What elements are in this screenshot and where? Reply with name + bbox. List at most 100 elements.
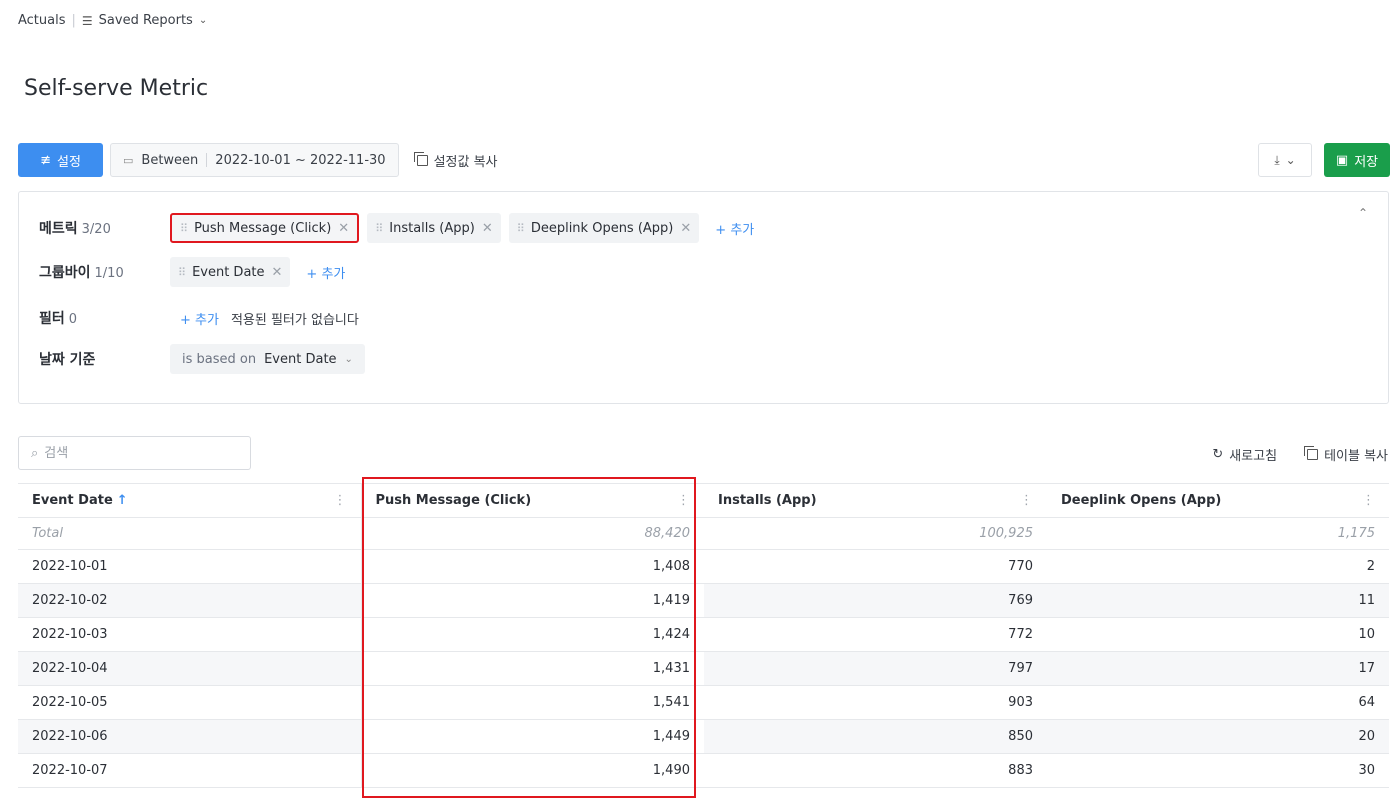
filter-count: 0 [68,312,78,327]
chevron-down-icon[interactable]: ⌄ [199,15,207,26]
drag-handle-icon[interactable]: ⠿ [375,222,383,235]
column-menu-icon[interactable]: ⋮ [334,493,347,508]
groupby-count: 1/10 [94,266,124,281]
download-icon: ⤓ [1274,152,1280,167]
row-cell: 17 [1047,651,1389,686]
row-cell: 64 [1047,685,1389,720]
filter-label-text: 필터 [39,311,65,327]
chevron-down-icon: ⌄ [1285,153,1296,167]
metric-label: 메트릭 3/20 [39,218,170,238]
row-cell: 1,541 [361,685,704,720]
row-cell: 10 [1047,617,1389,652]
column-header-label: Deeplink Opens (App) [1061,493,1222,508]
saved-reports-dropdown[interactable]: Saved Reports [99,13,193,28]
copy-icon [413,151,428,166]
total-label: Total [18,517,362,550]
groupby-chip-event-date[interactable]: ⠿ Event Date ✕ [170,257,291,287]
row-cell: 1,424 [361,617,704,652]
column-menu-icon[interactable]: ⋮ [1362,493,1375,508]
column-menu-icon[interactable]: ⋮ [677,493,690,508]
column-header-deeplink-opens[interactable]: Deeplink Opens (App) ⋮ [1047,483,1389,518]
close-icon[interactable]: ✕ [272,265,283,280]
metric-chip-installs[interactable]: ⠿ Installs (App) ✕ [367,213,501,243]
date-range-picker[interactable]: ▭ Between 2022-10-01 ~ 2022-11-30 [110,143,399,177]
table-row: 2022-10-07 1,490 883 30 [18,753,1389,788]
metric-count: 3/20 [81,222,111,237]
save-button[interactable]: ▣ 저장 [1324,143,1390,177]
save-button-label: 저장 [1354,154,1379,170]
search-box[interactable]: ⌕ [18,436,251,470]
column-header-installs[interactable]: Installs (App) ⋮ [704,483,1047,518]
row-cell: 20 [1047,719,1389,754]
date-basis-row: 날짜 기준 is based on Event Date ⌄ [39,343,365,375]
row-cell: 903 [704,685,1047,720]
copy-table-button[interactable]: 테이블 복사 [1304,445,1388,464]
drag-handle-icon[interactable]: ⠿ [517,222,525,235]
sort-ascending-icon[interactable]: ↑ [117,493,128,508]
drag-handle-icon[interactable]: ⠿ [178,266,186,279]
row-date: 2022-10-03 [18,617,362,652]
table-row: 2022-10-06 1,449 850 20 [18,719,1389,754]
groupby-label-text: 그룹바이 [39,265,91,281]
row-cell: 1,431 [361,651,704,686]
search-input[interactable] [44,445,225,461]
table-row: 2022-10-01 1,408 770 2 [18,549,1389,584]
metric-chip-push-message[interactable]: ⠿ Push Message (Click) ✕ [170,213,360,243]
date-basis-prefix: is based on [182,351,257,367]
search-icon: ⌕ [31,445,39,461]
row-cell: 1,449 [361,719,704,754]
close-icon[interactable]: ✕ [680,221,691,236]
chevron-down-icon: ⌄ [344,353,353,365]
date-basis-value: Event Date [264,351,337,367]
row-date: 2022-10-01 [18,549,362,584]
table-actions: ↻ 새로고침 테이블 복사 [1212,445,1388,464]
refresh-label: 새로고침 [1229,449,1278,464]
table-row: 2022-10-05 1,541 903 64 [18,685,1389,720]
table-row: 2022-10-02 1,419 769 11 [18,583,1389,618]
add-filter-link[interactable]: + 추가 [180,309,219,328]
refresh-icon: ↻ [1212,447,1224,462]
breadcrumb-actuals[interactable]: Actuals [18,13,66,28]
table-row: 2022-10-04 1,431 797 17 [18,651,1389,686]
copy-settings-button[interactable]: 설정값 복사 [413,151,498,170]
data-table: Event Date ↑ ⋮ Push Message (Click) ⋮ Insta… [18,483,1389,788]
toolbar: ≢ 설정 ▭ Between 2022-10-01 ~ 2022-11-30 설… [18,143,1390,177]
filter-label: 필터 0 [39,308,170,328]
row-cell: 770 [704,549,1047,584]
chevron-up-icon[interactable]: ⌃ [1358,206,1368,220]
copy-icon [1304,446,1319,460]
row-date: 2022-10-06 [18,719,362,754]
metric-chip-label: Push Message (Click) [194,220,332,236]
settings-button[interactable]: ≢ 설정 [18,143,103,177]
column-header-event-date[interactable]: Event Date ↑ ⋮ [18,483,362,518]
close-icon[interactable]: ✕ [338,221,349,236]
breadcrumb: Actuals | ☰ Saved Reports ⌄ [18,13,207,28]
copy-table-label: 테이블 복사 [1324,449,1388,464]
no-filter-note: 적용된 필터가 없습니다 [230,312,359,328]
row-cell: 850 [704,719,1047,754]
metric-label-text: 메트릭 [39,221,78,237]
save-icon: ▣ [1335,152,1349,168]
date-range-divider [206,153,208,167]
add-metric-link[interactable]: + 추가 [715,219,754,238]
row-date: 2022-10-02 [18,583,362,618]
row-cell: 797 [704,651,1047,686]
download-dropdown-button[interactable]: ⤓ ⌄ [1258,143,1312,177]
row-cell: 2 [1047,549,1389,584]
metric-chip-label: Installs (App) [389,220,475,236]
metric-chip-deeplink-opens[interactable]: ⠿ Deeplink Opens (App) ✕ [508,213,700,243]
column-menu-icon[interactable]: ⋮ [1020,493,1033,508]
groupby-chip-label: Event Date [192,264,265,280]
add-groupby-link[interactable]: + 추가 [306,263,345,282]
table-row: 2022-10-03 1,424 772 10 [18,617,1389,652]
metric-chip-label: Deeplink Opens (App) [530,220,674,236]
drag-handle-icon[interactable]: ⠿ [180,222,188,235]
date-basis-dropdown[interactable]: is based on Event Date ⌄ [170,344,365,374]
refresh-button[interactable]: ↻ 새로고침 [1212,445,1277,464]
column-header-label: Event Date [32,493,113,508]
filter-row: 필터 0 + 추가 적용된 필터가 없습니다 [39,302,359,334]
close-icon[interactable]: ✕ [482,221,493,236]
groupby-row: 그룹바이 1/10 ⠿ Event Date ✕ + 추가 [39,256,345,288]
column-header-push-message[interactable]: Push Message (Click) ⋮ [361,483,704,518]
settings-button-label: 설정 [56,154,81,170]
